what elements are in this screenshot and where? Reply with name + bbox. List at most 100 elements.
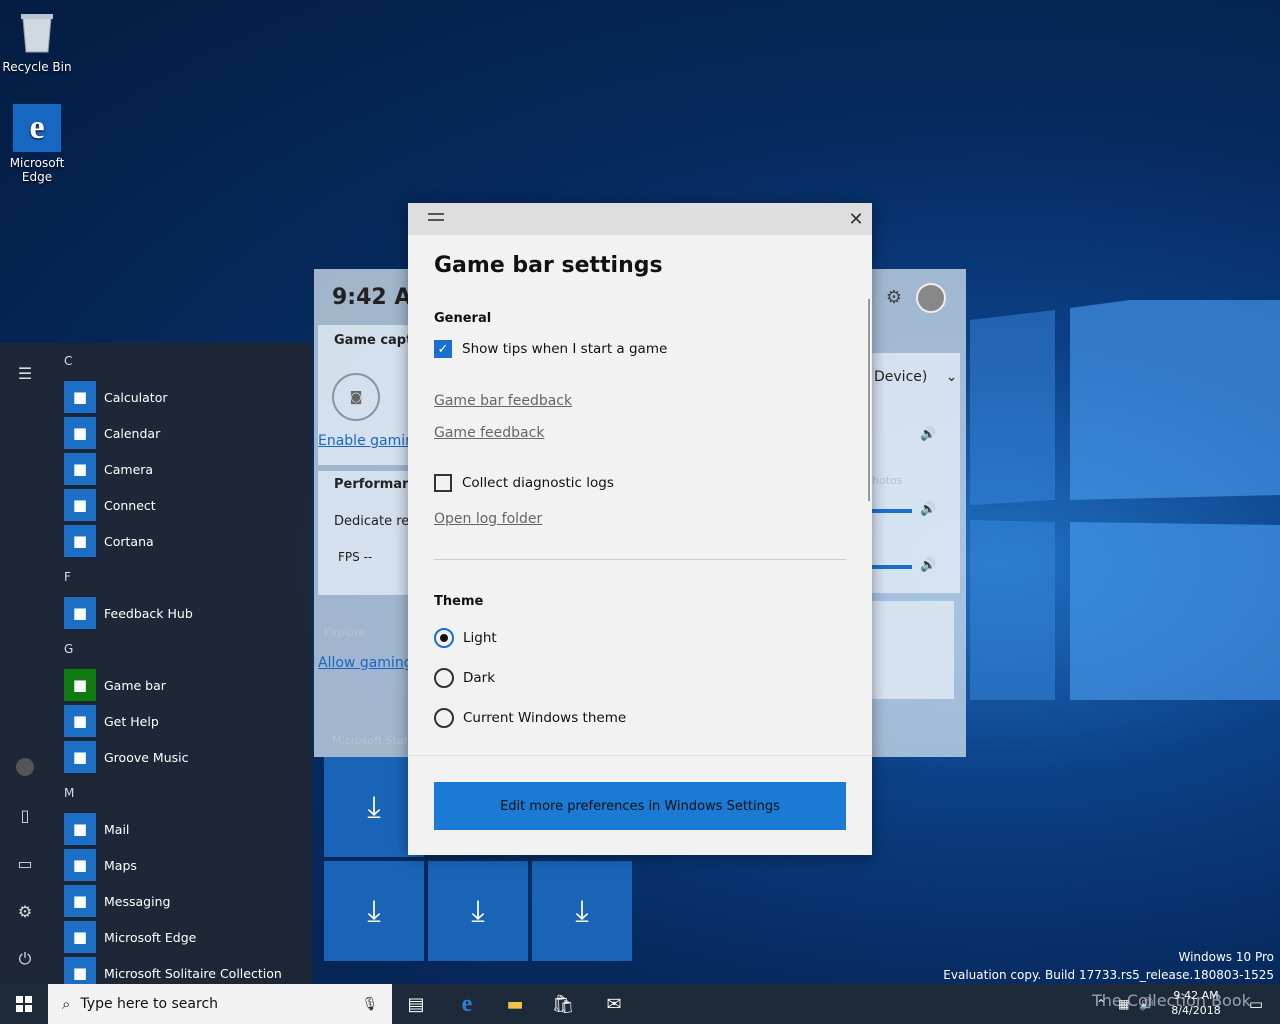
theme-radio-current-windows[interactable]: Current Windows theme (434, 708, 626, 728)
edge-icon: ■ (64, 921, 96, 953)
volume-slider[interactable] (870, 565, 912, 569)
app-list-item[interactable]: ■ Feedback Hub (64, 595, 314, 631)
settings-icon[interactable]: ⚙ (13, 899, 37, 923)
edge-icon[interactable]: e (443, 984, 491, 1024)
show-tips-checkbox[interactable]: ✓ Show tips when I start a game (434, 340, 667, 358)
mail-icon[interactable]: ✉ (590, 984, 638, 1024)
app-list-item[interactable]: ■ Calculator (64, 379, 314, 415)
desktop-icon-microsoft-edge[interactable]: e Microsoft Edge (0, 104, 74, 184)
file-explorer-icon[interactable]: ▬ (491, 984, 539, 1024)
open-log-folder-link[interactable]: Open log folder (434, 511, 542, 527)
camera-icon: ■ (64, 453, 96, 485)
game-bar-settings-dialog: ✕ Game bar settings General ✓ Show tips … (408, 203, 872, 855)
drag-handle-icon[interactable] (428, 213, 444, 221)
chevron-down-icon: ⌄ (945, 369, 958, 385)
edit-preferences-button[interactable]: Edit more preferences in Windows Setting… (434, 782, 846, 830)
scrollbar[interactable] (868, 299, 870, 501)
windows-wallpaper-logo (970, 300, 1280, 700)
app-list-item[interactable]: ■ Maps (64, 847, 314, 883)
app-list-item[interactable]: ■ Cortana (64, 523, 314, 559)
desktop-icon-label: Microsoft Edge (9, 156, 65, 184)
app-list-label: Messaging (104, 893, 171, 909)
show-tips-label: Show tips when I start a game (462, 341, 668, 357)
calculator-icon: ■ (64, 381, 96, 413)
app-list-item[interactable]: ■ Messaging (64, 883, 314, 919)
store-icon[interactable]: 🛍 (539, 984, 587, 1024)
app-list: C ■ Calculator ■ Calendar ■ Camera ■ Connect ■ Cor… (64, 343, 314, 991)
download-tile[interactable]: ⤓ (532, 861, 632, 961)
radio-unselected-icon (434, 668, 454, 688)
app-list-label: Mail (104, 821, 130, 837)
dialog-title-bar[interactable]: ✕ (408, 203, 872, 235)
app-group-letter[interactable]: F (64, 559, 314, 595)
volume-icon[interactable]: 🔊 (920, 427, 936, 442)
camera-icon: ◙ (349, 389, 363, 405)
close-button[interactable]: ✕ (840, 203, 872, 235)
download-icon: ⤓ (575, 893, 589, 929)
app-list-label: Calculator (104, 389, 168, 405)
collect-diagnostic-logs-checkbox[interactable]: Collect diagnostic logs (434, 474, 614, 492)
microphone-icon[interactable]: 🎙 (361, 997, 378, 1012)
search-icon: ⌕ (62, 995, 71, 1013)
game-feedback-link[interactable]: Game feedback (434, 425, 544, 441)
app-group-letter[interactable]: M (64, 775, 314, 811)
expand-menu-icon[interactable]: ☰ (13, 361, 37, 385)
volume-icon[interactable]: 🔊 (920, 502, 936, 517)
enable-gaming-link[interactable]: Enable gamin (318, 433, 414, 449)
app-list-item[interactable]: ■ Camera (64, 451, 314, 487)
explore-label: Explore (324, 626, 366, 639)
app-list-item[interactable]: ■ Microsoft Edge (64, 919, 314, 955)
search-placeholder: Type here to search (80, 996, 219, 1012)
mail-icon: ■ (64, 813, 96, 845)
app-list-label: Cortana (104, 533, 154, 549)
screenshot-button[interactable]: ◙ (332, 373, 380, 421)
fps-label: FPS -- (338, 550, 373, 564)
start-button[interactable] (0, 984, 48, 1024)
app-list-label: Maps (104, 857, 137, 873)
app-list-label: Microsoft Edge (104, 929, 197, 945)
allow-gaming-link[interactable]: Allow gaming (318, 655, 413, 671)
power-icon[interactable]: ⏻ (13, 947, 37, 971)
app-list-item[interactable]: ■ Groove Music (64, 739, 314, 775)
download-tile[interactable]: ⤓ (428, 861, 528, 961)
app-group-letter[interactable]: C (64, 343, 314, 379)
windows-edition-label: Windows 10 Pro (1178, 950, 1274, 964)
get-help-icon: ■ (64, 705, 96, 737)
app-list-item[interactable]: ■ Calendar (64, 415, 314, 451)
volume-icon[interactable]: 🔊 (920, 558, 936, 573)
app-list-item[interactable]: ■ Mail (64, 811, 314, 847)
radio-unselected-icon (434, 708, 454, 728)
download-tile[interactable]: ⤓ (324, 861, 424, 961)
app-group-letter[interactable]: G (64, 631, 314, 667)
theme-heading: Theme (434, 594, 484, 609)
theme-radio-light[interactable]: Light (434, 628, 497, 648)
documents-icon[interactable]: ▯ (13, 803, 37, 827)
app-list-label: Camera (104, 461, 154, 477)
start-rail: ☰ ▯ ▭ ⚙ ⏻ (0, 343, 50, 984)
action-center-icon[interactable]: ▭ (1232, 984, 1280, 1024)
audio-device-select[interactable]: Device) ⌄ (874, 369, 958, 385)
app-list-item[interactable]: ■ Game bar (64, 667, 314, 703)
connect-icon: ■ (64, 489, 96, 521)
desktop-icon-recycle-bin[interactable]: Recycle Bin (0, 8, 74, 74)
pictures-icon[interactable]: ▭ (13, 851, 37, 875)
app-list-item[interactable]: ■ Get Help (64, 703, 314, 739)
user-account-icon[interactable] (13, 755, 37, 779)
task-view-icon[interactable]: ▤ (392, 984, 440, 1024)
search-input[interactable]: ⌕ Type here to search 🎙 (48, 984, 392, 1024)
taskbar: ⌕ Type here to search 🎙 ▤ e ▬ 🛍 ✉ ⌃ ▦ 🔊 … (0, 984, 1280, 1024)
avatar[interactable] (916, 283, 946, 313)
game-bar-feedback-link[interactable]: Game bar feedback (434, 393, 572, 409)
download-icon: ⤓ (471, 893, 485, 929)
clock[interactable]: 9:42 AM 8/4/2018 (1168, 988, 1224, 1018)
app-list-item[interactable]: ■ Connect (64, 487, 314, 523)
start-menu: ☰ ▯ ▭ ⚙ ⏻ C ■ Calculator ■ Calendar ■ Camera ■ C… (0, 343, 312, 989)
app-list-label: Groove Music (104, 749, 189, 765)
dialog-title: Game bar settings (434, 253, 663, 278)
volume-slider[interactable] (870, 509, 912, 513)
gear-icon[interactable]: ⚙ (882, 287, 906, 311)
radio-selected-icon (434, 628, 454, 648)
theme-radio-dark[interactable]: Dark (434, 668, 495, 688)
theme-option-label: Light (463, 630, 497, 646)
app-list-label: Get Help (104, 713, 159, 729)
